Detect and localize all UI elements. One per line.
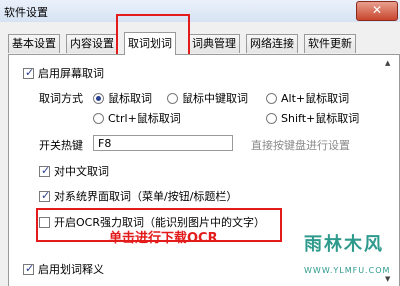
radio-button[interactable] [266, 112, 277, 124]
checkbox[interactable]: ✓ [23, 66, 34, 79]
radio-button[interactable] [167, 92, 178, 104]
radio-mouse-lookup[interactable]: 鼠标取词 [93, 90, 152, 106]
ocr-highlight-box [36, 208, 282, 242]
tab-dictionary-management[interactable]: 词典管理 [188, 34, 240, 53]
enable-screen-lookup-checkbox[interactable]: ✓ 启用屏幕取词 [23, 65, 104, 81]
radio-shift-mouse-lookup[interactable]: Shift+鼠标取词 [266, 110, 359, 126]
checkbox[interactable]: ✓ [39, 164, 50, 177]
close-icon: ✕ [371, 3, 383, 17]
hotkey-input[interactable]: F8 [93, 135, 233, 151]
radio-button[interactable] [266, 92, 277, 104]
title-bar: 软件设置 ✕ [0, 0, 400, 22]
window-title: 软件设置 [4, 6, 48, 19]
enable-selection-translate-checkbox[interactable]: ✓ 启用划词释义 [23, 261, 104, 277]
hotkey-label: 开关热键 [39, 139, 83, 152]
system-ui-lookup-checkbox[interactable]: ✓ 对系统界面取词（菜单/按钮/标题栏） [39, 188, 237, 204]
tab-content-settings[interactable]: 内容设置 [66, 34, 118, 53]
radio-button[interactable] [93, 112, 104, 124]
radio-button[interactable] [93, 92, 104, 104]
hotkey-hint: 直接按键盘进行设置 [251, 139, 350, 152]
chinese-lookup-checkbox[interactable]: ✓ 对中文取词 [39, 163, 109, 179]
radio-middle-button-lookup[interactable]: 鼠标中键取词 [167, 90, 248, 106]
tab-software-update[interactable]: 软件更新 [304, 34, 356, 53]
scroll-up-icon[interactable]: ▲ [385, 59, 390, 67]
watermark-url: WWW.YLMFU.COM [304, 266, 391, 275]
lookup-method-label: 取词方式 [39, 92, 83, 105]
enable-screen-lookup-label: 启用屏幕取词 [38, 67, 104, 80]
watermark-logo: 雨林木风 [304, 234, 384, 255]
tab-bar: 基本设置 内容设置 取词划词 词典管理 网络连接 软件更新 [8, 32, 398, 55]
radio-ctrl-mouse-lookup[interactable]: Ctrl+鼠标取词 [93, 110, 181, 126]
radio-alt-mouse-lookup[interactable]: Alt+鼠标取词 [266, 90, 349, 106]
scroll-down-icon[interactable]: ▼ [385, 275, 390, 283]
checkbox[interactable]: ✓ [39, 189, 50, 202]
checkbox[interactable]: ✓ [23, 262, 34, 275]
close-button[interactable]: ✕ [356, 1, 398, 21]
tab-basic-settings[interactable]: 基本设置 [8, 34, 60, 53]
tab-word-capture[interactable]: 取词划词 [124, 32, 176, 55]
system-ui-lookup-label: 对系统界面取词（菜单/按钮/标题栏） [54, 190, 238, 203]
tab-network[interactable]: 网络连接 [246, 34, 298, 53]
settings-window: 软件设置 ✕ 基本设置 内容设置 取词划词 词典管理 网络连接 软件更新 ✓ 启… [0, 0, 400, 286]
enable-selection-translate-label: 启用划词释义 [38, 263, 104, 276]
chinese-lookup-label: 对中文取词 [54, 165, 109, 178]
